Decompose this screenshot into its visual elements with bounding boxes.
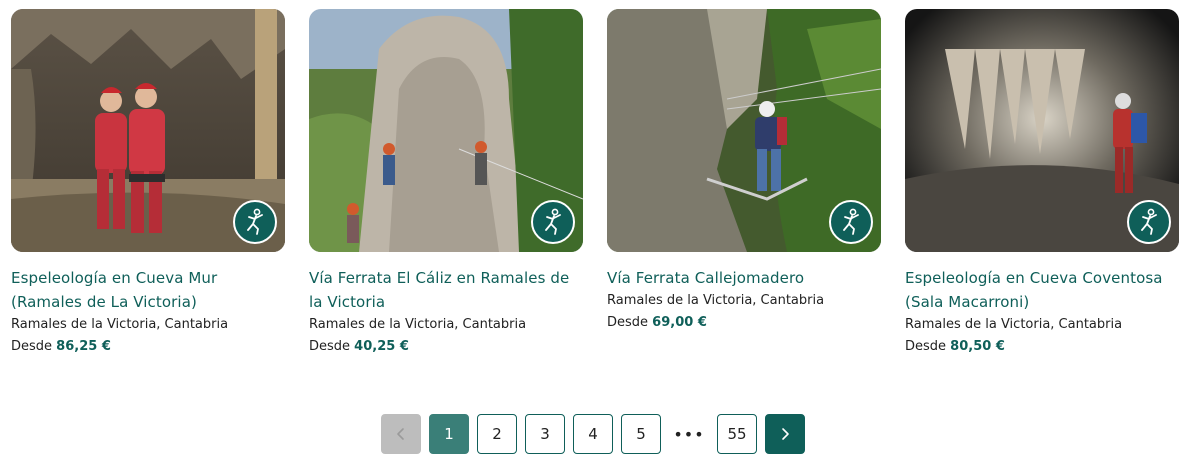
activity-location: Ramales de la Victoria, Cantabria xyxy=(905,317,1123,332)
activity-photo[interactable] xyxy=(607,9,881,252)
page-button[interactable]: 2 xyxy=(477,414,517,454)
activity-title[interactable]: Vía Ferrata El Cáliz en Ramales de la Vi… xyxy=(309,266,583,314)
page-button-current[interactable]: 1 xyxy=(429,414,469,454)
activity-price: Desde 86,25 € xyxy=(11,336,285,358)
activity-location: Ramales de la Victoria, Cantabria xyxy=(607,293,825,308)
price-prefix: Desde xyxy=(309,339,351,354)
activity-title[interactable]: Vía Ferrata Callejomadero xyxy=(607,266,881,290)
pagination-ellipsis: ••• xyxy=(673,424,705,444)
activity-location: Ramales de la Victoria, Cantabria xyxy=(11,317,229,332)
activity-card[interactable]: Espeleología en Cueva Mur (Ramales de La… xyxy=(11,9,285,358)
next-page-button[interactable] xyxy=(765,414,805,454)
activity-photo[interactable] xyxy=(11,9,285,252)
activity-title[interactable]: Espeleología en Cueva Mur (Ramales de La… xyxy=(11,266,285,314)
price-amount: 86,25 € xyxy=(56,339,111,354)
activity-photo[interactable] xyxy=(309,9,583,252)
climber-icon xyxy=(1127,200,1171,244)
activity-price: Desde 40,25 € xyxy=(309,336,583,358)
activity-location: Ramales de la Victoria, Cantabria xyxy=(309,317,527,332)
page-button-last[interactable]: 55 xyxy=(717,414,757,454)
pagination: 1 2 3 4 5 ••• 55 xyxy=(381,414,811,455)
page-button[interactable]: 3 xyxy=(525,414,565,454)
page-button[interactable]: 4 xyxy=(573,414,613,454)
price-amount: 40,25 € xyxy=(354,339,409,354)
page-button[interactable]: 5 xyxy=(621,414,661,454)
activity-card[interactable]: Espeleología en Cueva Coventosa (Sala Ma… xyxy=(905,9,1179,358)
activity-price: Desde 69,00 € xyxy=(607,312,881,334)
chevron-right-icon xyxy=(782,428,789,440)
prev-page-button xyxy=(381,414,421,454)
price-prefix: Desde xyxy=(11,339,53,354)
price-amount: 80,50 € xyxy=(950,339,1005,354)
activity-price: Desde 80,50 € xyxy=(905,336,1179,358)
climber-icon xyxy=(829,200,873,244)
activity-title[interactable]: Espeleología en Cueva Coventosa (Sala Ma… xyxy=(905,266,1179,314)
price-prefix: Desde xyxy=(905,339,947,354)
climber-icon xyxy=(531,200,575,244)
activity-card[interactable]: Vía Ferrata El Cáliz en Ramales de la Vi… xyxy=(309,9,583,358)
price-prefix: Desde xyxy=(607,315,649,330)
activity-photo[interactable] xyxy=(905,9,1179,252)
activity-card[interactable]: Vía Ferrata Callejomadero Ramales de la … xyxy=(607,9,881,334)
climber-icon xyxy=(233,200,277,244)
chevron-left-icon xyxy=(397,428,404,440)
price-amount: 69,00 € xyxy=(652,315,707,330)
activity-card-grid: Espeleología en Cueva Mur (Ramales de La… xyxy=(11,9,1187,359)
